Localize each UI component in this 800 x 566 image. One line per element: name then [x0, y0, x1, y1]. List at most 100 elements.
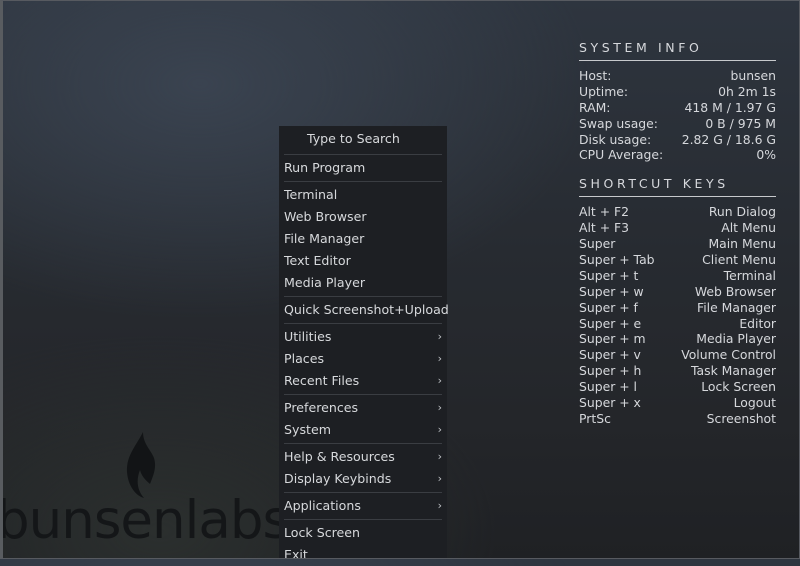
menu-item-preferences[interactable]: Preferences ›	[279, 397, 447, 419]
wallpaper-logo-text: bunsenlabs	[0, 490, 290, 551]
shortcut-key: Super + Tab	[579, 252, 655, 268]
menu-search[interactable]: Type to Search	[279, 126, 447, 152]
conky-row: Swap usage: 0 B / 975 M	[579, 116, 776, 132]
menu-item-text-editor[interactable]: Text Editor	[279, 250, 447, 272]
menu-item-exit[interactable]: Exit	[279, 544, 447, 566]
menu-item-lock-screen[interactable]: Lock Screen	[279, 522, 447, 544]
shortcut-action: Client Menu	[702, 252, 776, 268]
shortcut-keys-heading: SHORTCUT KEYS	[579, 176, 729, 192]
menu-item-utilities[interactable]: Utilities ›	[279, 326, 447, 348]
shortcut-key: Super + w	[579, 283, 644, 299]
shortcut-key: Super + e	[579, 315, 642, 331]
info-label: RAM:	[579, 99, 611, 115]
info-value: 0h 2m 1s	[718, 83, 776, 99]
conky-row: Super + v Volume Control	[579, 347, 776, 363]
info-label: Disk usage:	[579, 131, 652, 147]
divider	[579, 60, 776, 61]
info-value: 0 B / 975 M	[705, 115, 776, 131]
shortcut-key: Super + t	[579, 267, 639, 283]
system-info-heading: SYSTEM INFO	[579, 40, 703, 55]
conky-row: RAM: 418 M / 1.97 G	[579, 100, 776, 116]
chevron-right-icon: ›	[437, 330, 442, 343]
menu-item-recent-files[interactable]: Recent Files ›	[279, 370, 447, 392]
menu-separator	[284, 296, 442, 297]
menu-item-run-program[interactable]: Run Program	[279, 157, 447, 179]
menu-item-web-browser[interactable]: Web Browser	[279, 206, 447, 228]
shortcut-action: Volume Control	[681, 347, 776, 363]
conky-row: Super + x Logout	[579, 395, 776, 411]
shortcut-action: Lock Screen	[701, 379, 776, 395]
menu-item-media-player[interactable]: Media Player	[279, 272, 447, 294]
conky-row: Disk usage: 2.82 G / 18.6 G	[579, 132, 776, 148]
menu-item-help-resources[interactable]: Help & Resources ›	[279, 446, 447, 468]
shortcut-action: Terminal	[723, 267, 776, 283]
shortcut-action: Editor	[739, 315, 776, 331]
menu-separator	[284, 154, 442, 155]
shortcut-key: Super + x	[579, 395, 641, 411]
divider	[579, 196, 776, 198]
shortcut-key: Alt + F2	[579, 204, 630, 220]
shortcut-key: Super + l	[579, 379, 638, 395]
conky-row: PrtSc Screenshot	[579, 411, 776, 427]
menu-item-terminal[interactable]: Terminal	[279, 184, 447, 206]
conky-row: Super + l Lock Screen	[579, 379, 776, 395]
conky-row: Super + w Web Browser	[579, 284, 776, 300]
info-label: CPU Average:	[579, 147, 664, 163]
shortcut-key: PrtSc	[579, 410, 611, 426]
conky-row: Alt + F3 Alt Menu	[579, 220, 776, 236]
shortcut-action: Run Dialog	[708, 204, 776, 220]
shortcut-key: Super + v	[579, 347, 641, 363]
conky-row: Super + m Media Player	[579, 331, 776, 347]
root-menu: Type to Search Run Program Terminal Web …	[279, 126, 449, 562]
info-label: Host:	[579, 68, 612, 83]
menu-item-display-keybinds[interactable]: Display Keybinds ›	[279, 468, 447, 490]
shortcut-key: Super + h	[579, 363, 642, 379]
menu-separator	[284, 443, 442, 444]
menu-item-file-manager[interactable]: File Manager	[279, 228, 447, 250]
info-value: 418 M / 1.97 G	[684, 99, 776, 115]
menu-item-applications[interactable]: Applications ›	[279, 495, 447, 517]
shortcut-action: File Manager	[697, 299, 776, 315]
shortcut-key: Alt + F3	[579, 220, 630, 236]
conky-row: Super + e Editor	[579, 316, 776, 332]
menu-separator	[284, 394, 442, 395]
shortcut-key: Super + m	[579, 331, 646, 347]
conky-row: Host: bunsen	[579, 68, 776, 84]
info-value: 2.82 G / 18.6 G	[681, 131, 776, 147]
conky-row: CPU Average: 0%	[579, 147, 776, 163]
menu-separator	[284, 492, 442, 493]
conky-row: Uptime: 0h 2m 1s	[579, 84, 776, 100]
conky-panel: SYSTEM INFO Host: bunsen Uptime: 0h 2m 1s RA…	[579, 40, 776, 427]
shortcut-action: Main Menu	[708, 236, 776, 252]
shortcut-action: Logout	[733, 395, 776, 411]
shortcut-action: Media Player	[696, 331, 776, 347]
conky-row: Super Main Menu	[579, 236, 776, 252]
shortcut-key: Super	[579, 236, 616, 252]
menu-separator	[284, 519, 442, 520]
chevron-right-icon: ›	[437, 450, 442, 463]
menu-item-places[interactable]: Places ›	[279, 348, 447, 370]
info-label: Uptime:	[579, 83, 629, 99]
info-label: Swap usage:	[579, 115, 658, 131]
shortcut-keys-list: Alt + F2 Run Dialog Alt + F3 Alt Menu Super M…	[579, 204, 776, 426]
chevron-right-icon: ›	[437, 472, 442, 485]
menu-item-quick-screenshot[interactable]: Quick Screenshot+Upload	[279, 299, 449, 321]
conky-row: Super + Tab Client Menu	[579, 252, 776, 268]
shortcut-action: Task Manager	[691, 363, 776, 379]
chevron-right-icon: ›	[437, 401, 442, 414]
bunsenlabs-flame-icon	[126, 432, 156, 498]
info-value: 0%	[756, 147, 776, 163]
shortcut-key: Super + f	[579, 299, 638, 315]
chevron-right-icon: ›	[437, 374, 442, 387]
menu-separator	[284, 323, 442, 324]
conky-row: Super + h Task Manager	[579, 363, 776, 379]
shortcut-action: Web Browser	[694, 283, 776, 299]
conky-row: Super + t Terminal	[579, 268, 776, 284]
info-value: bunsen	[730, 68, 776, 83]
conky-row: Super + f File Manager	[579, 300, 776, 316]
menu-item-system[interactable]: System ›	[279, 419, 447, 441]
chevron-right-icon: ›	[437, 423, 442, 436]
shortcut-action: Alt Menu	[721, 220, 776, 236]
system-info-list: Host: bunsen Uptime: 0h 2m 1s RAM: 418 M / 1.…	[579, 68, 776, 163]
chevron-right-icon: ›	[437, 352, 442, 365]
